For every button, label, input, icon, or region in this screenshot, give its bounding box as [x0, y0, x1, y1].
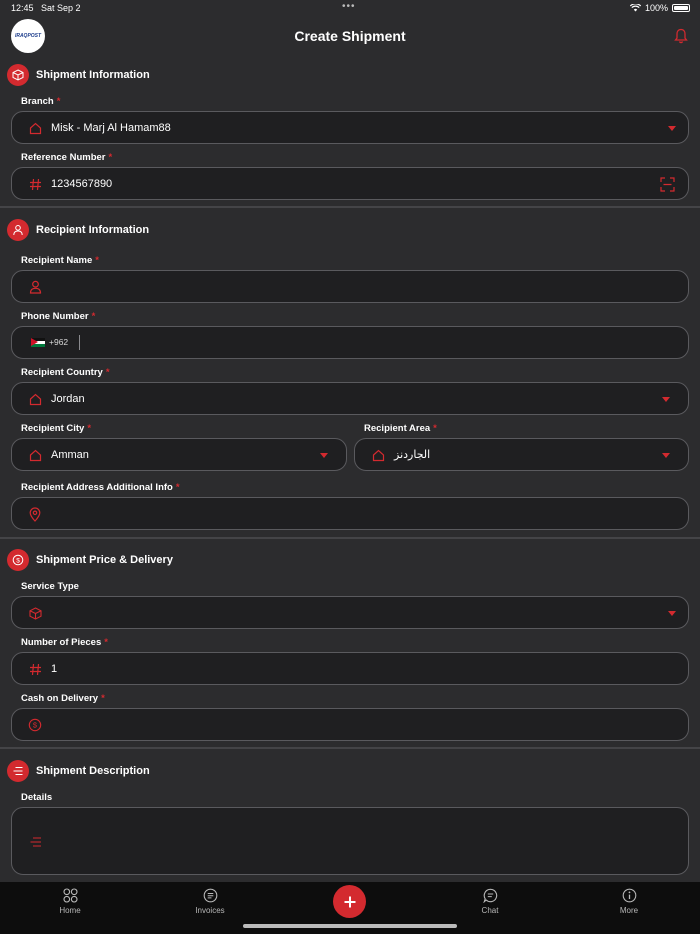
pieces-value: 1 — [51, 662, 58, 675]
country-code-picker[interactable]: +962 — [31, 337, 68, 347]
tab-chat[interactable]: Chat — [460, 887, 520, 915]
chevron-down-icon — [662, 453, 670, 458]
header: IRAQPOST Create Shipment — [0, 16, 700, 58]
user-icon — [27, 279, 43, 295]
status-time: 12:45 — [11, 3, 34, 13]
multitasking-dots-icon[interactable]: ••• — [342, 1, 356, 12]
section-title: Shipment Information — [36, 69, 150, 81]
box-icon — [7, 64, 29, 86]
home-indicator — [243, 924, 457, 928]
reference-label: Reference Number * — [21, 152, 113, 163]
cash-on-delivery-field[interactable]: $ — [11, 708, 689, 741]
recipient-country-value: Jordan — [51, 392, 85, 405]
add-shipment-button[interactable] — [333, 885, 366, 918]
user-icon — [7, 219, 29, 241]
recipient-country-label: Recipient Country * — [21, 367, 110, 378]
home-icon — [27, 447, 43, 463]
plus-icon — [344, 896, 355, 907]
details-label: Details — [21, 792, 53, 803]
branch-label: Branch * — [21, 96, 61, 107]
location-pin-icon — [27, 506, 43, 522]
section-title: Shipment Description — [36, 765, 150, 777]
bell-icon[interactable] — [674, 28, 688, 44]
service-type-label: Service Type — [21, 581, 79, 592]
chat-icon — [460, 887, 520, 904]
status-date: Sat Sep 2 — [41, 3, 81, 13]
tab-label: Invoices — [195, 906, 225, 915]
grid-icon — [40, 887, 100, 904]
svg-text:$: $ — [16, 557, 20, 564]
lines-icon — [7, 760, 29, 782]
divider — [0, 747, 700, 749]
home-icon — [27, 391, 43, 407]
scan-icon[interactable] — [660, 177, 675, 192]
cod-label: Cash on Delivery * — [21, 693, 105, 704]
branch-select[interactable]: Misk - Marj Al Hamam88 — [11, 111, 689, 144]
section-title: Shipment Price & Delivery — [36, 554, 173, 566]
recipient-address-field[interactable] — [11, 497, 689, 530]
recipient-city-select[interactable]: Amman — [11, 438, 347, 471]
info-icon — [599, 887, 659, 904]
status-bar: 12:45 Sat Sep 2 ••• 100% — [0, 0, 700, 16]
home-icon — [27, 120, 43, 136]
tab-more[interactable]: More — [599, 887, 659, 915]
section-recipient-information: Recipient Information — [7, 219, 149, 241]
reference-number-field[interactable]: 1234567890 — [11, 167, 689, 200]
wifi-icon — [629, 4, 641, 12]
svg-text:$: $ — [33, 721, 38, 730]
pieces-label: Number of Pieces * — [21, 637, 108, 648]
chevron-down-icon — [668, 126, 676, 131]
recipient-city-label: Recipient City * — [21, 423, 92, 434]
tab-invoices[interactable]: Invoices — [180, 887, 240, 915]
page-title: Create Shipment — [294, 28, 406, 44]
recipient-area-label: Recipient Area * — [364, 423, 437, 434]
dollar-icon: $ — [7, 549, 29, 571]
status-right: 100% — [629, 3, 690, 13]
recipient-area-value: الجاردنز — [394, 449, 431, 461]
divider — [0, 537, 700, 539]
battery-percent: 100% — [644, 3, 668, 13]
service-type-select[interactable] — [11, 596, 689, 629]
home-icon — [370, 447, 386, 463]
country-code: +962 — [49, 337, 69, 347]
chevron-down-icon — [320, 453, 328, 458]
divider — [0, 206, 700, 208]
box-icon — [27, 605, 43, 621]
phone-label: Phone Number * — [21, 311, 96, 322]
lines-icon — [27, 834, 43, 850]
number-of-pieces-field[interactable]: 1 — [11, 652, 689, 685]
tab-label: More — [619, 906, 639, 915]
section-price-delivery: $ Shipment Price & Delivery — [7, 549, 173, 571]
reference-value: 1234567890 — [51, 177, 113, 190]
tab-label: Home — [59, 906, 81, 915]
hash-icon — [27, 661, 43, 677]
recipient-area-select[interactable]: الجاردنز — [354, 438, 689, 471]
recipient-name-field[interactable] — [11, 270, 689, 303]
hash-icon — [27, 176, 43, 192]
invoice-icon — [180, 887, 240, 904]
recipient-country-select[interactable]: Jordan — [11, 382, 689, 415]
phone-number-field[interactable]: +962 — [11, 326, 689, 359]
chevron-down-icon — [662, 397, 670, 402]
section-shipment-information: Shipment Information — [7, 64, 150, 86]
section-shipment-description: Shipment Description — [7, 760, 150, 782]
branch-value: Misk - Marj Al Hamam88 — [51, 121, 171, 134]
battery-icon — [672, 4, 690, 12]
section-title: Recipient Information — [36, 224, 150, 236]
phone-separator — [79, 335, 80, 350]
recipient-address-label: Recipient Address Additional Info * — [21, 482, 180, 493]
chevron-down-icon — [668, 611, 676, 616]
tab-label: Chat — [481, 906, 499, 915]
jordan-flag-icon — [31, 337, 45, 347]
recipient-name-label: Recipient Name * — [21, 255, 99, 266]
tab-home[interactable]: Home — [40, 887, 100, 915]
recipient-city-value: Amman — [51, 448, 89, 461]
details-textarea[interactable] — [11, 807, 689, 875]
dollar-icon: $ — [27, 717, 43, 733]
